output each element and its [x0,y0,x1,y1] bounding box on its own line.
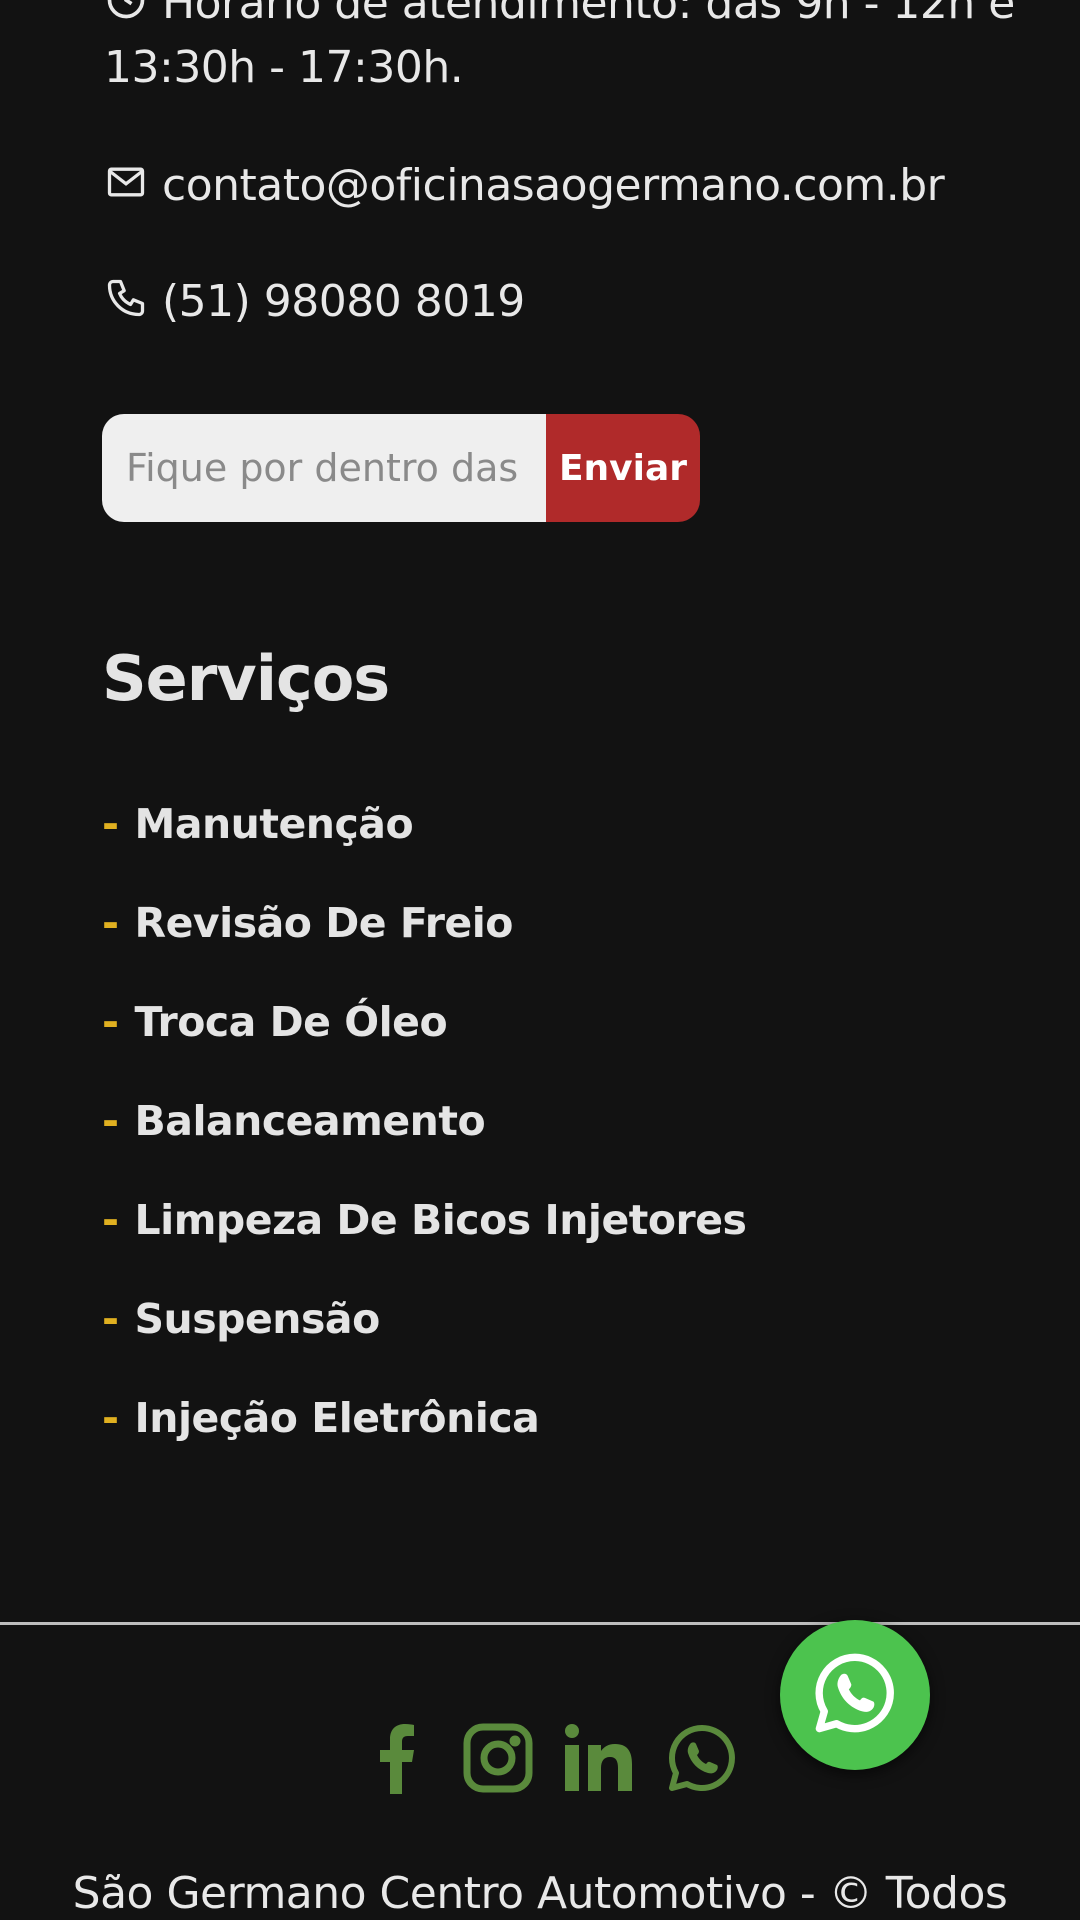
service-link-limpeza-de-bicos[interactable]: Limpeza De Bicos Injetores [135,1196,747,1244]
whatsapp-floating-button[interactable] [780,1620,930,1770]
service-link-suspensao[interactable]: Suspensão [135,1295,381,1343]
facebook-icon [374,1722,418,1798]
footer-divider [0,1622,1080,1625]
list-bullet: - [102,800,119,848]
list-bullet: - [102,1295,119,1343]
whatsapp-icon [812,1650,898,1740]
list-bullet: - [102,998,119,1046]
copyright-text: São Germano Centro Automotivo - © Todos [72,1868,1008,1919]
facebook-link[interactable] [360,1722,432,1798]
newsletter-form: Enviar [102,414,700,522]
opening-hours-text-1: Horário de atendimento: das 9h - 12h e [162,0,1015,29]
contact-email[interactable]: contato@oficinasaogermano.com.br [104,160,945,211]
linkedin-icon [564,1723,636,1797]
opening-hours-line-2: 13:30h - 17:30h. [104,42,464,93]
list-item: - Troca De Óleo [102,998,746,1097]
services-title: Serviços [102,642,390,715]
list-item: - Balanceamento [102,1097,746,1196]
service-link-revisao-de-freio[interactable]: Revisão De Freio [135,899,514,947]
service-link-manutencao[interactable]: Manutenção [135,800,414,848]
contact-phone-text: (51) 98080 8019 [162,276,525,327]
mail-icon [104,160,148,204]
services-list: - Manutenção - Revisão De Freio - Troca De … [102,800,747,1493]
list-bullet: - [102,899,119,947]
newsletter-submit-button[interactable]: Enviar [546,414,700,522]
list-item: - Injeção Eletrônica [102,1394,746,1493]
newsletter-email-input[interactable] [102,414,546,522]
instagram-link[interactable] [462,1722,534,1798]
list-bullet: - [102,1097,119,1145]
list-item: - Suspensão [102,1295,746,1394]
clock-icon [104,0,148,22]
social-links [360,1722,738,1798]
contact-email-text: contato@oficinasaogermano.com.br [162,160,945,211]
contact-phone[interactable]: (51) 98080 8019 [104,276,525,327]
list-item: - Manutenção [102,800,746,899]
list-item: - Limpeza De Bicos Injetores [102,1196,747,1295]
list-bullet: - [102,1394,119,1442]
service-link-troca-de-oleo[interactable]: Troca De Óleo [135,998,448,1046]
linkedin-link[interactable] [564,1722,636,1798]
whatsapp-icon [667,1723,737,1797]
list-item: - Revisão De Freio [102,899,746,998]
whatsapp-link[interactable] [666,1722,738,1798]
service-link-balanceamento[interactable]: Balanceamento [135,1097,486,1145]
instagram-icon [463,1723,533,1797]
service-link-injecao-eletronica[interactable]: Injeção Eletrônica [135,1394,540,1442]
opening-hours-line-1: Horário de atendimento: das 9h - 12h e [104,0,1015,29]
list-bullet: - [102,1196,119,1244]
phone-icon [104,276,148,320]
